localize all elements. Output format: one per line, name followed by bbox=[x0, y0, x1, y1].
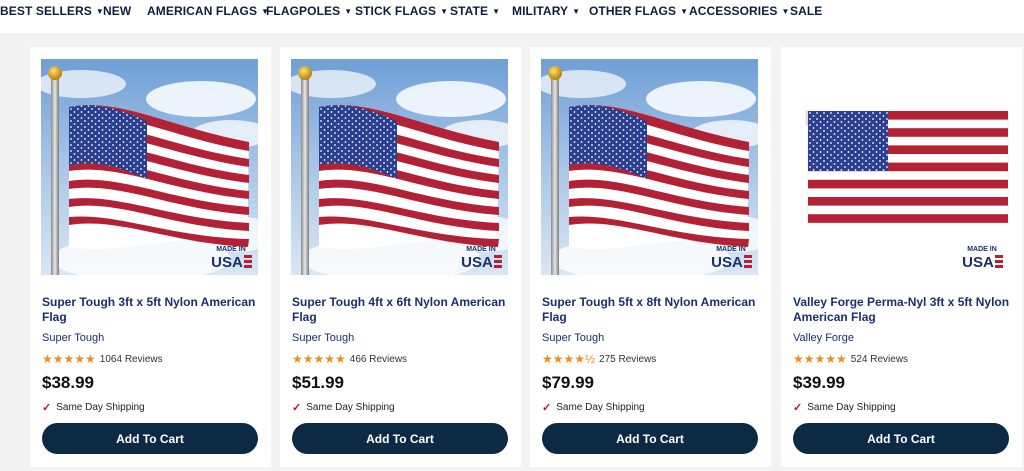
nav-military[interactable]: MILITARY ▼ bbox=[512, 4, 580, 18]
product-title[interactable]: Super Tough 4ft x 6ft Nylon American Fla… bbox=[292, 295, 510, 325]
nav-label: NEW bbox=[103, 4, 132, 18]
shipping-info: ✓ Same Day Shipping bbox=[793, 401, 896, 414]
nav-new[interactable]: NEW bbox=[103, 4, 131, 18]
shipping-info: ✓ Same Day Shipping bbox=[42, 401, 145, 414]
chevron-down-icon: ▼ bbox=[572, 6, 581, 16]
nav-best-sellers[interactable]: BEST SELLERS ▼ bbox=[0, 4, 104, 18]
nav-label: AMERICAN FLAGS bbox=[147, 4, 258, 18]
product-image[interactable]: MADE IN USA bbox=[541, 59, 758, 275]
made-in-text: MADE IN bbox=[216, 246, 246, 253]
review-count: 275 Reviews bbox=[599, 353, 657, 365]
nav-label: FLAGPOLES bbox=[266, 4, 341, 18]
product-image[interactable]: MADE IN USA bbox=[41, 59, 258, 275]
product-title[interactable]: Valley Forge Perma-Nyl 3ft x 5ft Nylon A… bbox=[793, 295, 1011, 325]
product-price: $39.99 bbox=[793, 373, 845, 392]
nav-label: STICK FLAGS bbox=[355, 4, 437, 18]
rating[interactable]: ★★★★★ 1064 Reviews bbox=[42, 352, 163, 366]
product-card[interactable]: MADE IN USA Super Tough 5ft x 8ft Nylon … bbox=[530, 47, 771, 467]
shipping-label: Same Day Shipping bbox=[807, 402, 896, 413]
chevron-down-icon: ▼ bbox=[781, 6, 790, 16]
nav-flagpoles[interactable]: FLAGPOLES ▼ bbox=[266, 4, 352, 18]
top-navigation: BEST SELLERS ▼ NEW AMERICAN FLAGS ▼ FLAGPO… bbox=[0, 0, 1024, 35]
star-icon: ★★★★★ bbox=[292, 352, 346, 366]
review-count: 524 Reviews bbox=[850, 353, 909, 365]
check-icon: ✓ bbox=[292, 402, 302, 414]
chevron-down-icon: ▼ bbox=[492, 6, 501, 16]
product-card[interactable]: MADE IN USA Super Tough 4ft x 6ft Nylon … bbox=[280, 47, 521, 467]
review-count: 1064 Reviews bbox=[99, 353, 163, 365]
check-icon: ✓ bbox=[542, 402, 552, 414]
product-image[interactable]: MADE IN USA bbox=[291, 59, 508, 275]
made-in-text: MADE IN bbox=[466, 246, 496, 253]
product-brand[interactable]: Valley Forge bbox=[793, 332, 854, 344]
nav-label: OTHER FLAGS bbox=[589, 4, 677, 18]
usa-text: USA bbox=[211, 254, 243, 271]
rating[interactable]: ★★★★½ 275 Reviews bbox=[542, 352, 656, 366]
product-card[interactable]: MADE IN USA Valley Forge Perma-Nyl 3ft x… bbox=[781, 47, 1022, 467]
nav-american-flags[interactable]: AMERICAN FLAGS ▼ bbox=[147, 4, 269, 18]
rating[interactable]: ★★★★★ 524 Reviews bbox=[793, 352, 908, 366]
product-title[interactable]: Super Tough 3ft x 5ft Nylon American Fla… bbox=[42, 295, 260, 325]
usa-text: USA bbox=[962, 254, 994, 271]
product-brand[interactable]: Super Tough bbox=[292, 332, 354, 344]
product-brand[interactable]: Super Tough bbox=[42, 332, 104, 344]
star-icon: ★★★★★ bbox=[42, 352, 96, 366]
made-in-text: MADE IN bbox=[967, 246, 997, 253]
chevron-down-icon: ▼ bbox=[440, 6, 449, 16]
product-price: $38.99 bbox=[42, 373, 94, 392]
star-icon: ★★★★½ bbox=[542, 352, 596, 366]
shipping-label: Same Day Shipping bbox=[306, 402, 395, 413]
usa-text: USA bbox=[461, 254, 493, 271]
nav-label: STATE bbox=[450, 4, 489, 18]
nav-label: BEST SELLERS bbox=[0, 4, 92, 18]
product-title[interactable]: Super Tough 5ft x 8ft Nylon American Fla… bbox=[542, 295, 760, 325]
add-to-cart-button[interactable]: Add To Cart bbox=[542, 423, 758, 454]
chevron-down-icon: ▼ bbox=[344, 6, 353, 16]
nav-label: ACCESSORIES bbox=[689, 4, 778, 18]
product-price: $51.99 bbox=[292, 373, 344, 392]
product-brand[interactable]: Super Tough bbox=[542, 332, 604, 344]
shipping-info: ✓ Same Day Shipping bbox=[542, 401, 645, 414]
add-to-cart-button[interactable]: Add To Cart bbox=[793, 423, 1009, 454]
product-price: $79.99 bbox=[542, 373, 594, 392]
nav-stick-flags[interactable]: STICK FLAGS ▼ bbox=[355, 4, 448, 18]
made-in-text: MADE IN bbox=[716, 246, 746, 253]
review-count: 466 Reviews bbox=[349, 353, 408, 365]
nav-label: MILITARY bbox=[512, 4, 569, 18]
shipping-label: Same Day Shipping bbox=[556, 402, 645, 413]
add-to-cart-button[interactable]: Add To Cart bbox=[42, 423, 258, 454]
nav-label: SALE bbox=[790, 4, 823, 18]
product-card[interactable]: MADE IN USA Super Tough 3ft x 5ft Nylon … bbox=[30, 47, 271, 467]
nav-sale[interactable]: SALE bbox=[790, 4, 822, 18]
nav-state[interactable]: STATE ▼ bbox=[450, 4, 500, 18]
nav-accessories[interactable]: ACCESSORIES ▼ bbox=[689, 4, 789, 18]
nav-other-flags[interactable]: OTHER FLAGS ▼ bbox=[589, 4, 688, 18]
rating[interactable]: ★★★★★ 466 Reviews bbox=[292, 352, 407, 366]
product-image[interactable]: MADE IN USA bbox=[792, 59, 1009, 275]
chevron-down-icon: ▼ bbox=[680, 6, 689, 16]
shipping-label: Same Day Shipping bbox=[56, 402, 145, 413]
add-to-cart-button[interactable]: Add To Cart bbox=[292, 423, 508, 454]
check-icon: ✓ bbox=[793, 402, 803, 414]
usa-text: USA bbox=[711, 254, 743, 271]
star-icon: ★★★★★ bbox=[793, 352, 847, 366]
check-icon: ✓ bbox=[42, 402, 52, 414]
shipping-info: ✓ Same Day Shipping bbox=[292, 401, 395, 414]
